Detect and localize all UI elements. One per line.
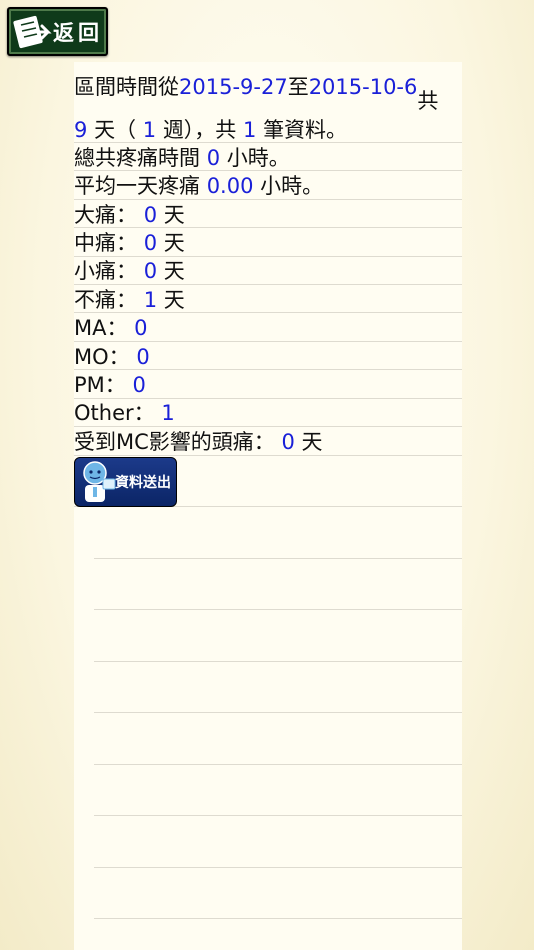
start-date: 2015-9-27 — [179, 75, 288, 99]
avg-value: 0.00 — [206, 174, 254, 198]
days-suffix: 天（ — [94, 118, 137, 142]
send-data-button[interactable]: 資料送出 — [74, 457, 177, 507]
stat-unit: 天 — [163, 203, 185, 227]
back-button[interactable]: 返回 — [7, 7, 108, 56]
stat-label: 不痛： — [74, 288, 137, 312]
rule-line — [94, 609, 462, 610]
total-unit: 小時。 — [226, 146, 290, 170]
rule-line — [94, 661, 462, 662]
stat-row: 受到MC影響的頭痛： 0 天 — [74, 428, 323, 456]
stat-label: 小痛： — [74, 259, 137, 283]
stat-value: 0 — [134, 316, 148, 340]
stat-label: MA： — [74, 316, 128, 340]
stat-row: 中痛： 0 天 — [74, 229, 185, 257]
stat-unit: 天 — [163, 288, 185, 312]
rule-line — [94, 867, 462, 868]
stat-row: 不痛： 1 天 — [74, 286, 185, 314]
back-label: 返回 — [53, 20, 103, 45]
avg-label: 平均一天疼痛 — [74, 174, 200, 198]
stat-value: 1 — [161, 401, 175, 425]
stat-unit: 天 — [163, 231, 185, 255]
average-pain-line: 平均一天疼痛 0.00 小時。 — [74, 172, 323, 200]
stat-value: 0 — [281, 430, 295, 454]
stat-unit: 天 — [301, 430, 323, 454]
stat-label: PM： — [74, 373, 126, 397]
stat-value: 0 — [143, 203, 158, 227]
total-label: 總共疼痛時間 — [74, 146, 200, 170]
range-to: 至 — [287, 75, 309, 99]
weeks-suffix: 週），共 — [162, 118, 237, 142]
stat-label: Other： — [74, 401, 155, 425]
stat-row: PM： 0 — [74, 371, 146, 399]
stat-unit: 天 — [163, 259, 185, 283]
stat-label: 中痛： — [74, 231, 137, 255]
records-value: 1 — [243, 118, 257, 142]
stat-value: 0 — [143, 231, 158, 255]
weeks-value: 1 — [142, 118, 157, 142]
send-label: 資料送出 — [115, 475, 171, 491]
total-value: 0 — [206, 146, 221, 170]
rule-line — [94, 918, 462, 919]
stat-row: Other： 1 — [74, 399, 175, 427]
stat-value: 0 — [143, 259, 158, 283]
stat-row: MO： 0 — [74, 343, 150, 371]
stat-label: 大痛： — [74, 203, 137, 227]
stat-row: MA： 0 — [74, 314, 148, 342]
stat-label: 受到MC影響的頭痛： — [74, 430, 275, 454]
count-line: 9 天（ 1 週），共 1 筆資料。 — [74, 116, 347, 144]
records-suffix: 筆資料。 — [263, 118, 348, 142]
range-gong: 共 — [417, 89, 439, 113]
range-prefix: 區間時間從 — [74, 75, 179, 99]
total-pain-line: 總共疼痛時間 0 小時。 — [74, 144, 290, 172]
rule-line — [94, 764, 462, 765]
stat-value: 0 — [136, 345, 150, 369]
rule-line — [94, 558, 462, 559]
stat-value: 0 — [132, 373, 146, 397]
stat-label: MO： — [74, 345, 130, 369]
rule-line — [94, 815, 462, 816]
stat-value: 1 — [143, 288, 158, 312]
stat-row: 大痛： 0 天 — [74, 201, 185, 229]
stat-row: 小痛： 0 天 — [74, 257, 185, 285]
date-range-line: 區間時間從2015-9-27至2015-10-6共 — [74, 73, 438, 113]
rule-line — [94, 712, 462, 713]
days-value: 9 — [74, 118, 88, 142]
end-date: 2015-10-6 — [308, 75, 418, 99]
avg-unit: 小時。 — [260, 174, 324, 198]
notepad-return-icon — [13, 15, 52, 48]
